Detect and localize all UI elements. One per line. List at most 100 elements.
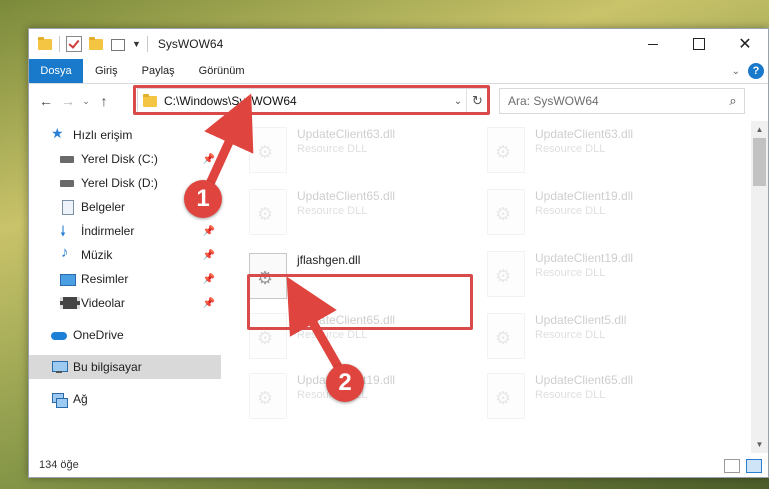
- navigation-pane: Hızlı erişim Yerel Disk (C:) 📌 Yerel Dis…: [29, 123, 221, 453]
- tab-view[interactable]: Görünüm: [187, 59, 257, 83]
- address-dropdown-icon[interactable]: ⌄: [450, 96, 466, 107]
- step-2-badge: 2: [326, 364, 364, 402]
- drive-icon: [59, 175, 75, 191]
- sidebar-item-videos[interactable]: Videolar 📌: [29, 291, 221, 315]
- pin-icon[interactable]: 📌: [203, 274, 215, 285]
- file-item[interactable]: UpdateClient19.dll Resource DLL: [479, 183, 707, 241]
- file-item[interactable]: UpdateClient5.dll Resource DLL: [479, 307, 707, 365]
- file-list: UpdateClient63.dll Resource DLL UpdateCli…: [241, 121, 737, 453]
- file-item[interactable]: UpdateClient65.dll Resource DLL: [479, 367, 707, 425]
- tab-file[interactable]: Dosya: [29, 59, 83, 83]
- file-item[interactable]: UpdateClient63.dll Resource DLL: [479, 121, 707, 179]
- file-name: UpdateClient19.dll: [535, 189, 634, 203]
- explorer-window: ▼ SysWOW64 ✕ Dosya Giriş Paylaş Görünüm …: [28, 28, 769, 478]
- forward-button[interactable]: →: [57, 90, 79, 112]
- file-type: Resource DLL: [535, 205, 606, 217]
- pin-icon[interactable]: 📌: [203, 154, 215, 165]
- this-pc-icon: [51, 359, 68, 375]
- recent-locations-button[interactable]: ⌄: [79, 90, 93, 112]
- scroll-up-icon[interactable]: ▲: [751, 121, 768, 138]
- ribbon-right: ⌄ ?: [732, 63, 764, 79]
- sidebar-item-quick-access[interactable]: Hızlı erişim: [29, 123, 221, 147]
- sidebar-item-label: Müzik: [81, 248, 113, 262]
- dll-file-icon: [249, 313, 287, 359]
- dll-file-icon: [249, 189, 287, 235]
- music-icon: [59, 244, 75, 263]
- file-type: Resource DLL: [535, 389, 606, 401]
- status-bar: 134 öğe: [29, 453, 768, 477]
- download-icon: [59, 221, 75, 245]
- sidebar-item-label: Yerel Disk (C:): [81, 152, 158, 166]
- drive-icon: [59, 151, 75, 167]
- dll-file-icon: [487, 189, 525, 235]
- properties-check-icon[interactable]: [66, 36, 82, 52]
- window-title: SysWOW64: [157, 37, 224, 51]
- dll-file-icon: [487, 373, 525, 419]
- toolbar-separator: [59, 36, 60, 52]
- sidebar-item-downloads[interactable]: İndirmeler 📌: [29, 219, 221, 245]
- large-icons-view-icon[interactable]: [746, 459, 762, 473]
- sidebar-item-label: Belgeler: [81, 200, 126, 214]
- file-name: UpdateClient65.dll: [535, 373, 634, 387]
- file-item-jflashgen[interactable]: jflashgen.dll: [241, 247, 469, 305]
- dll-file-icon: [249, 253, 287, 299]
- file-name: UpdateClient63.dll: [535, 127, 634, 141]
- file-item[interactable]: UpdateClient19.dll Resource DLL: [479, 245, 707, 303]
- pin-icon[interactable]: 📌: [203, 250, 215, 261]
- tab-share[interactable]: Paylaş: [130, 59, 187, 83]
- pin-icon[interactable]: 📌: [203, 298, 215, 309]
- search-input[interactable]: Ara: SysWOW64: [508, 94, 722, 108]
- search-icon[interactable]: ⌕: [722, 93, 744, 109]
- pin-icon[interactable]: 📌: [203, 226, 215, 237]
- file-item[interactable]: UpdateClient65.dll Resource DLL: [241, 183, 469, 241]
- maximize-button[interactable]: [676, 29, 722, 59]
- star-icon: [51, 125, 67, 143]
- sidebar-item-label: OneDrive: [73, 328, 124, 342]
- toolbar-dropdown-icon[interactable]: ▼: [132, 39, 141, 49]
- navigation-bar: ← → ⌄ ↑ C:\Windows\SysWOW64 ⌄ ↻ Ara: Sys…: [29, 85, 768, 117]
- help-icon[interactable]: ?: [748, 63, 764, 79]
- quick-access-toolbar: ▼: [29, 36, 148, 52]
- sidebar-item-label: Bu bilgisayar: [73, 360, 142, 374]
- sidebar-item-onedrive[interactable]: OneDrive: [29, 323, 221, 347]
- minimize-button[interactable]: [630, 29, 676, 59]
- new-folder-icon[interactable]: [88, 36, 104, 52]
- dll-file-icon: [249, 373, 287, 419]
- file-item[interactable]: UpdateClient63.dll Resource DLL: [241, 121, 469, 179]
- folder-icon: [142, 93, 158, 109]
- file-item[interactable]: UpdateClient65.dll Resource DLL: [241, 307, 469, 365]
- view-switcher: [724, 459, 762, 473]
- refresh-button[interactable]: ↻: [466, 89, 488, 113]
- details-view-icon[interactable]: [724, 459, 740, 473]
- address-bar[interactable]: C:\Windows\SysWOW64 ⌄ ↻: [137, 88, 489, 114]
- file-name: jflashgen.dll: [297, 253, 361, 267]
- back-button[interactable]: ←: [35, 90, 57, 112]
- search-box[interactable]: Ara: SysWOW64 ⌕: [499, 88, 745, 114]
- expand-ribbon-icon[interactable]: ⌄: [732, 66, 740, 77]
- sidebar-item-label: Ağ: [73, 392, 88, 406]
- sidebar-item-network[interactable]: Ağ: [29, 387, 221, 411]
- sidebar-item-local-disk-c[interactable]: Yerel Disk (C:) 📌: [29, 147, 221, 171]
- sidebar-item-music[interactable]: Müzik 📌: [29, 243, 221, 267]
- dll-file-icon: [249, 127, 287, 173]
- window-controls: ✕: [630, 29, 768, 59]
- network-icon: [51, 391, 68, 408]
- file-type: Resource DLL: [297, 205, 368, 217]
- file-name: UpdateClient19.dll: [535, 251, 634, 265]
- up-button[interactable]: ↑: [93, 90, 115, 112]
- tab-home[interactable]: Giriş: [83, 59, 130, 83]
- customize-toolbar-icon[interactable]: [110, 36, 126, 52]
- scroll-down-icon[interactable]: ▼: [751, 436, 768, 453]
- sidebar-item-label: Hızlı erişim: [73, 128, 133, 142]
- step-1-badge: 1: [184, 180, 222, 218]
- sidebar-item-pictures[interactable]: Resimler 📌: [29, 267, 221, 291]
- sidebar-item-this-pc[interactable]: Bu bilgisayar: [29, 355, 221, 379]
- vertical-scrollbar[interactable]: ▲ ▼: [751, 121, 768, 453]
- address-path[interactable]: C:\Windows\SysWOW64: [164, 94, 450, 108]
- toolbar-separator: [146, 36, 148, 52]
- pictures-icon: [59, 271, 76, 287]
- scrollbar-thumb[interactable]: [753, 138, 766, 186]
- close-button[interactable]: ✕: [722, 29, 768, 59]
